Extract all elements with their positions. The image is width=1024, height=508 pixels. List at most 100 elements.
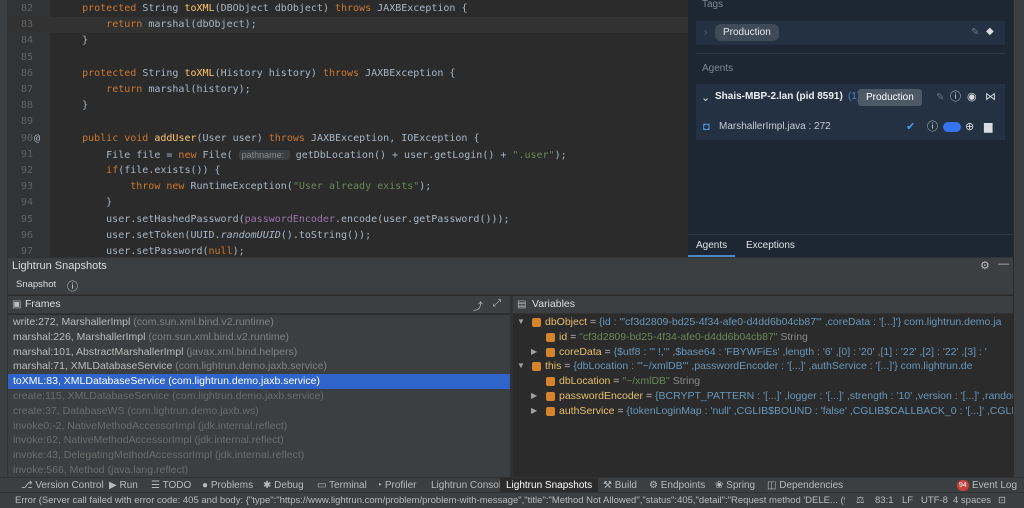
- toolwindow-button-lightrun-snapshots[interactable]: Lightrun Snapshots: [500, 478, 599, 493]
- tag-icon[interactable]: ◆: [986, 26, 994, 38]
- code-editor[interactable]: 82 protected String toXML(DBObject dbObj…: [8, 0, 688, 257]
- check-icon[interactable]: ✔: [906, 121, 915, 133]
- agent-name[interactable]: Shais-MBP-2.lan (pid 8591): [715, 91, 843, 102]
- toolwindow-button-debug[interactable]: ✱ Debug: [257, 478, 310, 493]
- code-token: marshal(history);: [148, 84, 251, 95]
- code-line[interactable]: 84 }: [8, 33, 688, 49]
- minimize-icon[interactable]: —: [998, 258, 1009, 270]
- cursor-position[interactable]: 83:1: [875, 493, 894, 508]
- pin-icon[interactable]: ✎: [936, 92, 944, 104]
- frame-method: create:37, DatabaseWS: [13, 404, 125, 417]
- frame-row[interactable]: invoke:43, DelegatingMethodAccessorImpl …: [8, 448, 510, 463]
- tab-snapshot[interactable]: Snapshot: [16, 279, 56, 290]
- toolwindow-button-dependencies[interactable]: ◫ Dependencies: [761, 478, 849, 493]
- export-icon[interactable]: ⤴: [473, 298, 483, 313]
- info-icon[interactable]: ⓘ: [950, 91, 961, 103]
- code-line[interactable]: 91 File file = new File( pathname: getDb…: [8, 147, 688, 163]
- code-text: }: [58, 195, 112, 211]
- indent-setting[interactable]: 4 spaces: [953, 493, 991, 508]
- variables-tree[interactable]: ▼ dbObject = {id : '"cf3d2809-bd25-4f34-a…: [513, 315, 1013, 477]
- frame-row[interactable]: invoke0:-2, NativeMethodAccessorImpl (jd…: [8, 419, 510, 434]
- tag-production-pill[interactable]: Production: [715, 24, 779, 41]
- toolwindow-button-terminal[interactable]: ▭ Terminal: [311, 478, 373, 493]
- info-icon[interactable]: ⓘ: [927, 121, 938, 133]
- toolwindow-button-run[interactable]: ▶ Run: [103, 478, 144, 493]
- code-line[interactable]: 95 user.setHashedPassword(passwordEncode…: [8, 212, 688, 228]
- info-icon[interactable]: ⓘ: [67, 278, 78, 294]
- toggle-switch[interactable]: [943, 122, 961, 132]
- collapsed-arrow-icon[interactable]: ▶: [531, 345, 541, 360]
- toolwindow-button-build[interactable]: ⚒ Build: [597, 478, 643, 493]
- frame-row[interactable]: invoke:62, NativeMethodAccessorImpl (jdk…: [8, 433, 510, 448]
- annotation-gutter-icon[interactable]: @: [34, 131, 48, 147]
- code-line[interactable]: 86 protected String toXML(History histor…: [8, 66, 688, 82]
- code-token: JAXBException, IOException {: [310, 132, 480, 144]
- frames-list[interactable]: write:272, MarshallerImpl (com.sun.xml.b…: [8, 315, 510, 477]
- toolwindow-button-endpoints[interactable]: ⚙ Endpoints: [643, 478, 711, 493]
- status-message[interactable]: Error (Server call failed with error cod…: [15, 493, 845, 508]
- frame-row[interactable]: write:272, MarshallerImpl (com.sun.xml.b…: [8, 315, 510, 330]
- frame-row[interactable]: marshal:226, MarshallerImpl (com.sun.xml…: [8, 330, 510, 345]
- chevron-down-icon[interactable]: ⌄: [701, 92, 710, 104]
- toolwindow-button-spring[interactable]: ❀ Spring: [709, 478, 761, 493]
- toolwindow-label: Debug: [274, 480, 304, 491]
- filter-off-icon[interactable]: ⋈: [985, 91, 996, 103]
- code-line[interactable]: 85: [8, 50, 688, 66]
- eye-icon[interactable]: ◉: [967, 91, 977, 103]
- collapsed-arrow-icon[interactable]: ▶: [531, 404, 541, 419]
- code-line[interactable]: 93 throw new RuntimeException("User alre…: [8, 179, 688, 195]
- trash-icon[interactable]: ▆: [984, 121, 992, 133]
- code-line[interactable]: 87 return marshal(history);: [8, 82, 688, 98]
- variable-text: dbLocation = "~/xmlDB" String: [559, 374, 700, 389]
- frame-row[interactable]: invoke:566, Method (java.lang.reflect): [8, 463, 510, 477]
- variable-name: this: [545, 360, 562, 373]
- chevron-right-icon[interactable]: ›: [704, 27, 707, 39]
- variable-row[interactable]: ▼ dbObject = {id : '"cf3d2809-bd25-4f34-a…: [513, 315, 1013, 330]
- code-line[interactable]: 88 }: [8, 98, 688, 114]
- code-line[interactable]: 90 @ public void addUser(User user) throw…: [8, 131, 688, 147]
- git-icon[interactable]: ⚖: [856, 493, 865, 508]
- snapshot-location[interactable]: MarshallerImpl.java : 272: [719, 121, 831, 132]
- toolwindow-button-version-control[interactable]: ⎇ Version Control: [15, 478, 110, 493]
- code-line[interactable]: 89: [8, 114, 688, 130]
- toolwindow-button-profiler[interactable]: ◔ Profiler: [370, 478, 423, 493]
- code-line[interactable]: 97 user.setPassword(null);: [8, 244, 688, 257]
- line-separator[interactable]: LF: [902, 493, 913, 508]
- frame-row[interactable]: toXML:83, XMLDatabaseService (com.lightr…: [8, 374, 510, 389]
- toolwindow-button-problems[interactable]: ● Problems: [196, 478, 259, 493]
- toolwindow-button-todo[interactable]: ☰ TODO: [145, 478, 197, 493]
- expand-icon[interactable]: ⤢: [493, 298, 501, 309]
- frame-row[interactable]: marshal:71, XMLDatabaseService (com.ligh…: [8, 359, 510, 374]
- code-line[interactable]: 94 }: [8, 195, 688, 211]
- frame-row[interactable]: create:115, XMLDatabaseService (com.ligh…: [8, 389, 510, 404]
- pin-icon[interactable]: ✎: [971, 27, 979, 39]
- expanded-arrow-icon[interactable]: ▼: [517, 315, 527, 330]
- variable-row[interactable]: id = "cf3d2809-bd25-4f34-afe0-d4dd6b04cb…: [513, 330, 1013, 345]
- code-line[interactable]: 96 user.setToken(UUID.randomUUID().toStr…: [8, 228, 688, 244]
- variable-row[interactable]: ▶ coreData = {$utf8 : '" !,"' ,$base64 : …: [513, 345, 1013, 360]
- code-line[interactable]: 92 if(file.exists()) {: [8, 163, 688, 179]
- tab-exceptions[interactable]: Exceptions: [738, 236, 803, 257]
- code-token: user.setPassword(: [58, 246, 209, 257]
- variable-row[interactable]: dbLocation = "~/xmlDB" String: [513, 374, 1013, 389]
- tab-agents[interactable]: Agents: [688, 236, 736, 257]
- variable-row[interactable]: ▼ this = {dbLocation : '"~/xmlDB"' ,passw…: [513, 359, 1013, 374]
- frame-package: (com.sun.xml.bind.v2.runtime): [130, 316, 274, 328]
- gear-icon[interactable]: ⚙: [980, 259, 990, 272]
- event-log-button[interactable]: Event Log: [972, 478, 1017, 493]
- code-line[interactable]: 82 protected String toXML(DBObject dbObj…: [8, 1, 688, 17]
- target-icon[interactable]: ⊕: [965, 121, 974, 133]
- variable-eq: =: [643, 389, 656, 402]
- code-token: (DBObject dbObject): [214, 3, 335, 14]
- file-encoding[interactable]: UTF-8: [921, 493, 948, 508]
- variable-row[interactable]: ▶ passwordEncoder = {BCRYPT_PATTERN : '[.…: [513, 389, 1013, 404]
- variable-row[interactable]: ▶ authService = {tokenLoginMap : 'null' ,…: [513, 404, 1013, 419]
- frame-row[interactable]: marshal:101, AbstractMarshallerImpl (jav…: [8, 345, 510, 360]
- lock-icon[interactable]: ⊡: [998, 493, 1006, 508]
- frame-row[interactable]: create:37, DatabaseWS (com.lightrun.demo…: [8, 404, 510, 419]
- code-line[interactable]: 83 return marshal(dbObject);: [8, 17, 688, 34]
- code-text: user.setHashedPassword(passwordEncoder.e…: [58, 212, 509, 228]
- expanded-arrow-icon[interactable]: ▼: [517, 359, 527, 374]
- collapsed-arrow-icon[interactable]: ▶: [531, 389, 541, 404]
